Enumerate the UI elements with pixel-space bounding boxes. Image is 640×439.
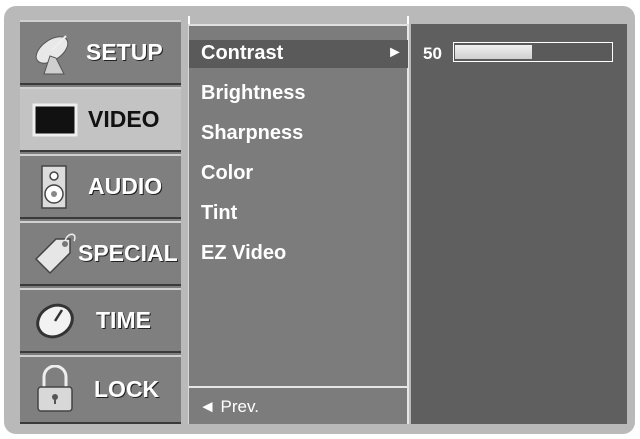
contrast-slider-fill (455, 45, 532, 59)
padlock-icon (37, 364, 73, 412)
sidebar-item-video[interactable]: VIDEO (20, 87, 181, 152)
menu-item-color[interactable]: Color (201, 162, 253, 185)
category-sidebar: SETUP VIDEO AUDIO SPECIAL TIME LOCK (20, 20, 181, 424)
speaker-icon (41, 164, 67, 209)
prev-button[interactable]: ◄ Prev. (189, 386, 408, 424)
submenu-arrow-icon: ► (387, 44, 403, 61)
menu-item-brightness[interactable]: Brightness (201, 82, 305, 105)
menu-item-contrast[interactable]: Contrast (201, 42, 283, 65)
tag-icon (34, 233, 76, 274)
video-menu-panel: Contrast ► Brightness Sharpness Color Ti… (188, 24, 409, 424)
menu-item-ez-video[interactable]: EZ Video (201, 242, 286, 265)
menu-item-sharpness[interactable]: Sharpness (201, 122, 303, 145)
sidebar-item-setup[interactable]: SETUP (20, 20, 181, 85)
adjustment-panel: 50 (411, 24, 627, 424)
sidebar-item-label: AUDIO (88, 173, 163, 199)
sidebar-item-label: SPECIAL (78, 240, 178, 266)
clock-icon (36, 303, 74, 338)
sidebar-item-lock[interactable]: LOCK (20, 355, 181, 424)
contrast-value: 50 (423, 44, 442, 63)
sidebar-item-time[interactable]: TIME (20, 288, 181, 353)
tv-screen-icon (32, 103, 78, 136)
sidebar-item-special[interactable]: SPECIAL (20, 221, 181, 286)
satellite-dish-icon (35, 34, 69, 74)
prev-label: ◄ Prev. (199, 397, 259, 416)
sidebar-item-label: VIDEO (88, 106, 160, 132)
sidebar-item-audio[interactable]: AUDIO (20, 154, 181, 219)
menu-item-tint[interactable]: Tint (201, 202, 237, 225)
contrast-slider[interactable] (453, 42, 613, 62)
sidebar-item-label: LOCK (94, 376, 160, 402)
sidebar-item-label: TIME (96, 307, 151, 333)
sidebar-item-label: SETUP (86, 39, 163, 65)
